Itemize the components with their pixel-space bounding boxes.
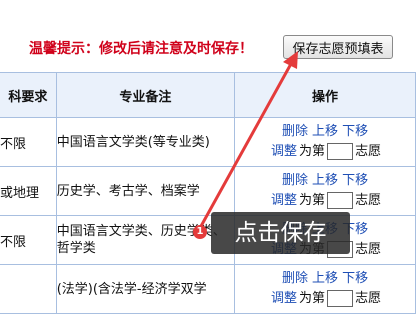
choice-order-input[interactable] xyxy=(327,290,354,307)
choice-order-input[interactable] xyxy=(327,143,354,160)
choice-label: 志愿 xyxy=(355,144,382,159)
step-badge: 1 xyxy=(193,225,207,239)
header-major-remarks: 专业备注 xyxy=(55,72,236,118)
table-row: 或地理 历史学、考古学、档案学 删除 上移 下移 调整 为第 志愿 xyxy=(0,166,416,216)
operations-cell: 删除上移下移 调整为第 志愿 xyxy=(234,264,416,314)
operations-cell: 删除上移下移 调整为第 志愿 xyxy=(234,117,416,167)
to-position-label: 为第 xyxy=(299,144,326,159)
to-position-label: 为第 xyxy=(299,291,326,306)
subject-requirement-cell: 或地理 xyxy=(0,166,57,216)
click-save-tooltip: 点击保存 xyxy=(211,212,350,254)
adjust-link[interactable]: 调整 xyxy=(271,144,297,159)
preference-table: 科要求 专业备注 操作 不限 中国语言文学类(等专业类) 删除 上移 下移 调整 为第… xyxy=(0,72,416,314)
choice-order-input[interactable] xyxy=(327,192,354,209)
operations-cell: 删除上移下移 调整为第 志愿 xyxy=(234,166,416,216)
subject-requirement-cell: 不限 xyxy=(0,215,57,265)
move-up-link[interactable]: 上移 xyxy=(312,271,338,286)
major-remark-cell: (法学)(含法学-经济学双学 xyxy=(55,264,236,314)
major-remark-cell: 中国语言文学类、历史学类、哲学类 xyxy=(55,215,236,265)
save-reminder-notice: 温馨提示：修改后请注意及时保存！ xyxy=(29,41,253,57)
move-down-link[interactable]: 下移 xyxy=(342,271,368,286)
adjust-link[interactable]: 调整 xyxy=(271,193,297,208)
move-down-link[interactable]: 下移 xyxy=(342,173,368,188)
delete-link[interactable]: 删除 xyxy=(282,173,308,188)
major-remark-cell: 历史学、考古学、档案学 xyxy=(55,166,236,216)
table-header-row: 科要求 专业备注 操作 xyxy=(0,72,416,118)
major-remark-cell: 中国语言文学类(等专业类) xyxy=(55,117,236,167)
header-subject-requirement: 科要求 xyxy=(0,72,57,118)
move-down-link[interactable]: 下移 xyxy=(342,124,368,139)
choice-label: 志愿 xyxy=(355,242,382,257)
save-preference-form-button[interactable]: 保存志愿预填表 xyxy=(283,35,393,59)
delete-link[interactable]: 删除 xyxy=(282,271,308,286)
subject-requirement-cell xyxy=(0,264,57,314)
to-position-label: 为第 xyxy=(299,193,326,208)
move-up-link[interactable]: 上移 xyxy=(312,173,338,188)
move-up-link[interactable]: 上移 xyxy=(312,124,338,139)
table-row: 不限 中国语言文学类、历史学类、哲学类 删除上移下移 调整为第志愿 xyxy=(0,215,416,265)
header-operations: 操作 xyxy=(234,72,416,118)
delete-link[interactable]: 删除 xyxy=(282,124,308,139)
choice-label: 志愿 xyxy=(355,193,382,208)
adjust-link[interactable]: 调整 xyxy=(271,291,297,306)
table-row: (法学)(含法学-经济学双学 删除 上移 下移 调整 为第 志愿 xyxy=(0,264,416,314)
subject-requirement-cell: 不限 xyxy=(0,117,57,167)
choice-label: 志愿 xyxy=(355,291,382,306)
table-row: 不限 中国语言文学类(等专业类) 删除 上移 下移 调整 为第 志愿 xyxy=(0,117,416,167)
